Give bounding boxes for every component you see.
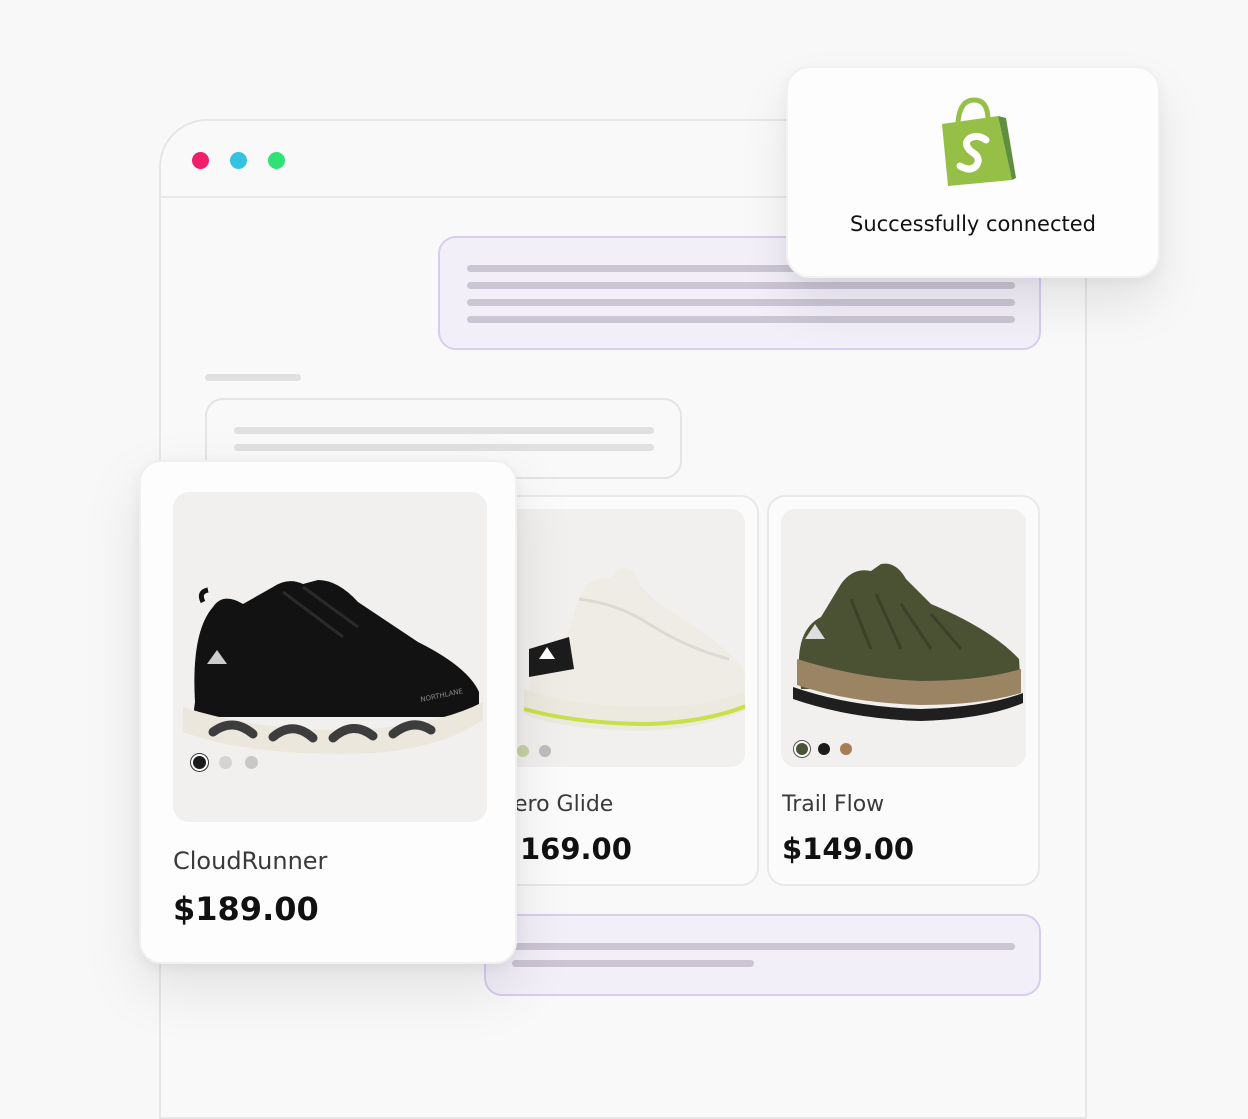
sender-label-placeholder (205, 374, 301, 381)
color-swatch[interactable] (818, 743, 830, 755)
product-name: ero Glide (514, 792, 614, 817)
maximize-window-dot[interactable] (268, 152, 285, 169)
color-swatch-selected[interactable] (796, 743, 808, 755)
product-image (499, 509, 745, 767)
product-card-featured[interactable]: NORTHLANE CloudRunner $189.00 (139, 460, 517, 964)
product-image: NORTHLANE (173, 492, 487, 822)
text-placeholder-line (467, 282, 1015, 289)
color-swatch-selected[interactable] (193, 756, 206, 769)
color-swatch[interactable] (219, 756, 232, 769)
message-bubble-bottom (484, 914, 1041, 996)
toast-message: Successfully connected (850, 212, 1096, 236)
sneaker-olive-image (793, 563, 1023, 721)
text-placeholder-line (234, 427, 654, 434)
product-price: $189.00 (173, 890, 319, 928)
text-placeholder-line (467, 299, 1015, 306)
sneaker-black-image: NORTHLANE (183, 580, 483, 754)
product-card[interactable]: ero Glide 169.00 (485, 495, 759, 886)
product-image (781, 509, 1026, 767)
color-swatch[interactable] (539, 745, 551, 757)
text-placeholder-line (234, 444, 654, 451)
product-name: CloudRunner (173, 847, 328, 875)
product-price: 169.00 (520, 832, 632, 866)
shopify-bag-icon (942, 97, 1016, 186)
product-name: Trail Flow (782, 792, 885, 817)
color-swatch[interactable] (517, 745, 529, 757)
close-window-dot[interactable] (192, 152, 209, 169)
product-price: $149.00 (782, 832, 915, 866)
color-swatch[interactable] (840, 743, 852, 755)
minimize-window-dot[interactable] (230, 152, 247, 169)
text-placeholder-line (512, 960, 754, 967)
text-placeholder-line (467, 316, 1015, 323)
text-placeholder-line (512, 943, 1015, 950)
product-card[interactable]: Trail Flow $149.00 (767, 495, 1040, 886)
color-swatch[interactable] (245, 756, 258, 769)
sneaker-white-image (523, 568, 745, 731)
connection-toast: Successfully connected (786, 66, 1160, 278)
